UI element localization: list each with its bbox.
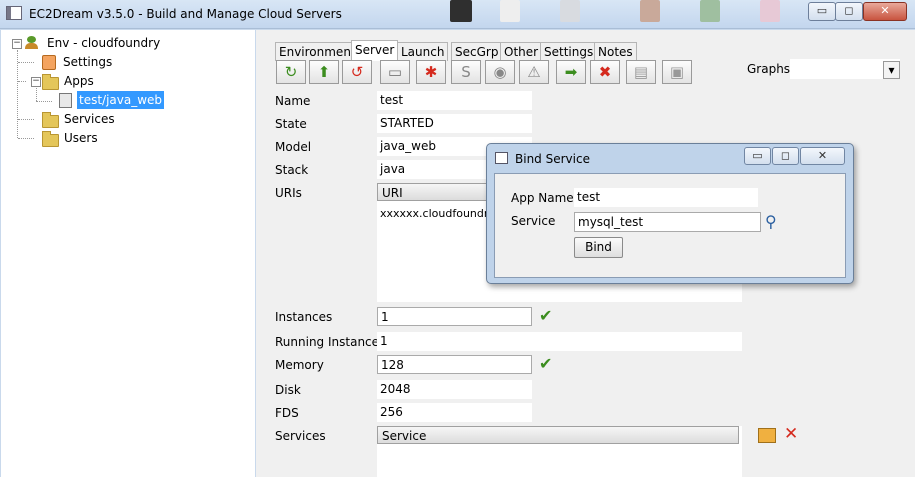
- restart-icon[interactable]: ↺: [342, 60, 372, 84]
- check-icon[interactable]: ✔: [539, 306, 552, 325]
- app-page-icon: [59, 93, 72, 108]
- tab-launch[interactable]: Launch: [397, 42, 449, 61]
- taskbar-thumbnail: [450, 0, 472, 22]
- instances-field[interactable]: 1: [377, 307, 532, 326]
- taskbar-thumbnail: [700, 0, 720, 22]
- environment-tree: − Env - cloudfoundry Settings − Apps tes…: [1, 30, 255, 477]
- dialog-body: App Name test Service mysql_test ⚲ Bind: [494, 173, 846, 278]
- tree-label-env: Env - cloudfoundry: [47, 36, 161, 50]
- dialog-minimize-button[interactable]: ▭: [744, 147, 771, 165]
- name-field[interactable]: test: [377, 91, 532, 110]
- tree-label-apps: Apps: [64, 74, 94, 88]
- files-icon[interactable]: S: [451, 60, 481, 84]
- logs-icon[interactable]: ▤: [626, 60, 656, 84]
- memory-label: Memory: [275, 358, 324, 372]
- console-icon[interactable]: ▭: [380, 60, 410, 84]
- disk-label: Disk: [275, 383, 301, 397]
- dialog-maximize-button[interactable]: ◻: [772, 147, 799, 165]
- maximize-button[interactable]: ◻: [835, 2, 863, 21]
- memory-field[interactable]: 128: [377, 355, 532, 374]
- taskbar-thumbnail: [640, 0, 660, 22]
- tree-label-services: Services: [64, 112, 115, 126]
- bind-service-dialog: Bind Service ▭ ◻ ✕ App Name test Service…: [486, 143, 854, 284]
- refresh-icon[interactable]: ↻: [276, 60, 306, 84]
- tree-label-app: test/java_web: [77, 91, 165, 109]
- bind-button[interactable]: Bind: [574, 237, 623, 258]
- taskbar-thumbnail: [560, 0, 580, 22]
- state-field[interactable]: STARTED: [377, 114, 532, 133]
- services-table[interactable]: Service: [377, 426, 742, 477]
- uris-label: URIs: [275, 186, 302, 200]
- delete-icon[interactable]: ✕: [784, 424, 798, 444]
- folder-icon: [42, 131, 59, 147]
- service-column-header[interactable]: Service: [377, 426, 739, 444]
- dialog-app-icon: [495, 152, 508, 164]
- tab-secgrp[interactable]: SecGrp: [451, 42, 503, 61]
- stop-icon[interactable]: ✖: [590, 60, 620, 84]
- tab-settings[interactable]: Settings: [540, 42, 598, 61]
- folder-icon: [42, 112, 59, 128]
- uri-cell[interactable]: xxxxxx.cloudfoundry: [380, 207, 495, 220]
- app-name-field[interactable]: test: [574, 188, 758, 207]
- taskbar-thumbnail: [760, 0, 780, 22]
- tab-server[interactable]: Server: [351, 40, 399, 61]
- user-icon: [27, 36, 36, 43]
- model-label: Model: [275, 140, 312, 154]
- debug-icon[interactable]: ✱: [416, 60, 446, 84]
- running-instances-field[interactable]: 1: [377, 332, 742, 351]
- state-label: State: [275, 117, 307, 131]
- folder-icon: [42, 74, 59, 90]
- app-name-label: App Name: [511, 191, 574, 205]
- upload-icon[interactable]: ⬆: [309, 60, 339, 84]
- tab-other[interactable]: Other: [500, 42, 543, 61]
- minimize-button[interactable]: ▭: [808, 2, 836, 21]
- running-instances-label: Running Instances: [275, 335, 386, 349]
- user-icon-body: [25, 43, 38, 49]
- expand-collapse-icon[interactable]: −: [31, 77, 41, 87]
- start-icon[interactable]: ➡: [556, 60, 586, 84]
- tab-notes[interactable]: Notes: [594, 42, 637, 61]
- search-icon[interactable]: ⚲: [765, 212, 777, 231]
- services-label: Services: [275, 429, 326, 443]
- instances-label: Instances: [275, 310, 333, 324]
- instances-icon[interactable]: ◉: [485, 60, 515, 84]
- app-icon: [6, 6, 22, 20]
- title-bar: EC2Dream v3.5.0 - Build and Manage Cloud…: [0, 0, 915, 29]
- chevron-down-icon[interactable]: ▾: [883, 61, 900, 79]
- service-field[interactable]: mysql_test: [574, 212, 761, 232]
- fds-field[interactable]: 256: [377, 403, 532, 422]
- taskbar-thumbnail: [500, 0, 520, 22]
- graphs-label: Graphs: [747, 62, 791, 76]
- disk-field[interactable]: 2048: [377, 380, 532, 399]
- dialog-close-button[interactable]: ✕: [800, 147, 845, 165]
- dialog-title: Bind Service: [515, 152, 590, 166]
- close-button[interactable]: ✕: [863, 2, 907, 21]
- name-label: Name: [275, 94, 311, 108]
- stack-label: Stack: [275, 163, 309, 177]
- tree-label-users: Users: [64, 131, 98, 145]
- crash-icon[interactable]: ⚠: [519, 60, 549, 84]
- check-icon[interactable]: ✔: [539, 354, 552, 373]
- bind-service-icon[interactable]: [758, 428, 776, 443]
- settings-icon: [42, 55, 56, 70]
- expand-collapse-icon[interactable]: −: [12, 39, 22, 49]
- window-title: EC2Dream v3.5.0 - Build and Manage Cloud…: [29, 7, 342, 21]
- fds-label: FDS: [275, 406, 299, 420]
- uri-column-header[interactable]: URI: [377, 183, 487, 201]
- service-label: Service: [511, 214, 556, 228]
- stats-icon[interactable]: ▣: [662, 60, 692, 84]
- tree-label-settings: Settings: [63, 55, 113, 69]
- tab-environment[interactable]: Environment: [275, 42, 360, 61]
